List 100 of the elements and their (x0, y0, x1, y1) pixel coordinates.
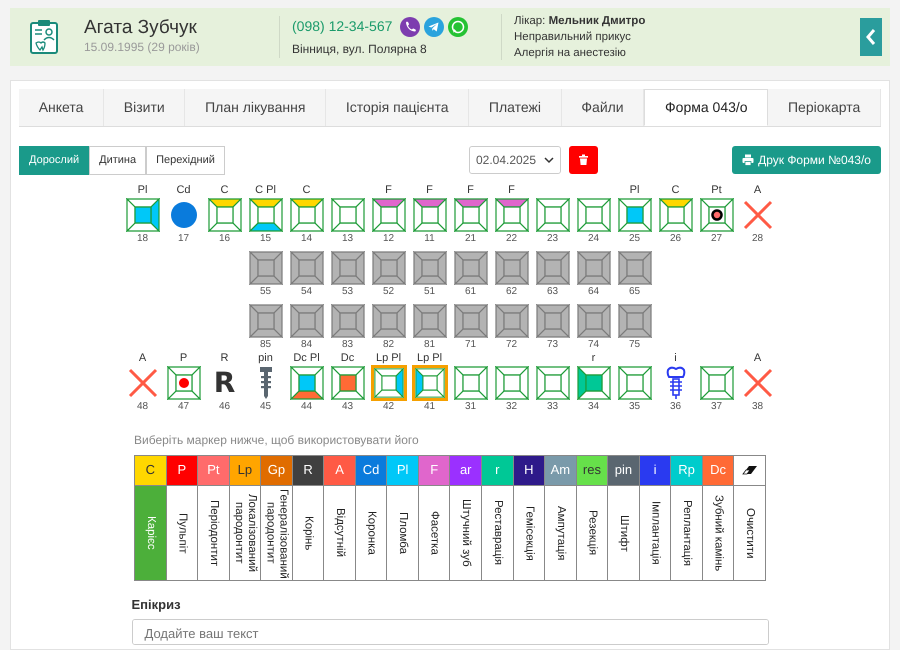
marker-name-cell[interactable]: Штучний зуб (450, 485, 482, 580)
tooth-number: 55 (260, 286, 272, 298)
marker-name-cell[interactable]: Локалізований пародонтит (229, 485, 261, 580)
tooth-marker-label: Cd (176, 182, 191, 196)
tooth-number: 44 (300, 400, 312, 412)
tooth-marker-label: Dc (340, 350, 354, 364)
marker-code[interactable]: H (513, 455, 545, 485)
marker-name-cell[interactable]: Періодонтит (198, 485, 230, 580)
primary-tooth-diagram[interactable] (372, 304, 406, 338)
marker-code[interactable]: i (639, 455, 671, 485)
mode-button[interactable]: Перехідний (146, 146, 225, 174)
primary-tooth-diagram[interactable] (330, 304, 364, 338)
tab[interactable]: Файли (562, 89, 644, 126)
cross-icon[interactable] (742, 366, 774, 398)
marker-code[interactable]: Cd (355, 455, 387, 485)
implant-icon[interactable] (664, 366, 686, 400)
whatsapp-icon[interactable] (448, 16, 468, 36)
tab[interactable]: Платежі (469, 89, 562, 126)
primary-tooth-diagram[interactable] (618, 250, 652, 284)
tooth-number: 17 (178, 232, 190, 244)
marker-code[interactable]: Lp (229, 455, 261, 485)
tooth-number: 15 (260, 232, 272, 244)
tooth-marker-label: C Pl (255, 182, 276, 196)
delete-button[interactable] (568, 146, 598, 174)
primary-tooth-diagram[interactable] (290, 250, 324, 284)
date-select[interactable]: 02.04.2025 (468, 146, 561, 174)
tooth-number: 13 (342, 232, 354, 244)
epicrisis-field[interactable]: Додайте ваш текст (132, 619, 768, 645)
tooth-number: 45 (260, 400, 272, 412)
primary-tooth-diagram[interactable] (290, 304, 324, 338)
marker-code[interactable]: ar (450, 455, 482, 485)
primary-tooth-diagram[interactable] (248, 250, 282, 284)
tooth-number: 82 (382, 338, 394, 350)
marker-hint: Виберіть маркер нижче, щоб використовувати його (134, 432, 420, 448)
marker-code[interactable]: P (166, 455, 198, 485)
cross-icon[interactable] (126, 366, 158, 398)
marker-name-cell[interactable]: Відсутній (324, 485, 356, 580)
marker-name-cell[interactable]: Корінь (292, 485, 324, 580)
tab[interactable]: Візити (104, 89, 186, 126)
marker-name-cell[interactable]: Імплантація (639, 485, 671, 580)
marker-name-cell[interactable]: Гемісекція (513, 485, 545, 580)
primary-tooth-diagram[interactable] (412, 250, 446, 284)
marker-code[interactable]: pin (608, 455, 640, 485)
tooth-marker-label: A (138, 350, 146, 364)
tooth-marker-label: F (508, 182, 515, 196)
telegram-icon[interactable] (424, 16, 444, 36)
marker-name-cell[interactable]: Фасетка (418, 485, 450, 580)
tooth-number: 63 (546, 286, 558, 298)
viber-icon[interactable] (400, 16, 420, 36)
collapse-button[interactable] (860, 18, 882, 56)
marker-name-cell[interactable]: Реплантація (670, 485, 702, 580)
marker-code[interactable]: res (576, 455, 608, 485)
tooth-number: 53 (342, 286, 354, 298)
tab[interactable]: Історія пацієнта (326, 89, 470, 126)
primary-tooth-diagram[interactable] (576, 250, 610, 284)
tab[interactable]: Періокарта (768, 89, 881, 126)
marker-name-cell[interactable]: Генералізований пародонтит (260, 485, 292, 580)
marker-name-cell[interactable]: Коронка (355, 485, 387, 580)
marker-name-cell[interactable]: Штифт (608, 485, 640, 580)
tooth-number: 51 (424, 286, 436, 298)
primary-tooth-diagram[interactable] (454, 250, 488, 284)
marker-name-cell[interactable]: Резекція (576, 485, 608, 580)
tooth-marker-label: C (220, 182, 228, 196)
cross-icon[interactable] (742, 198, 774, 230)
tooth-marker-label: C (672, 182, 680, 196)
tooth-number: 35 (628, 400, 640, 412)
tooth-number: 41 (424, 400, 436, 412)
tab[interactable]: Анкета (19, 89, 104, 126)
marker-code[interactable]: C (134, 455, 166, 485)
primary-tooth-diagram[interactable] (494, 304, 528, 338)
primary-tooth-diagram[interactable] (330, 250, 364, 284)
primary-tooth-diagram[interactable] (576, 304, 610, 338)
marker-name-cell[interactable]: Очистити (734, 485, 766, 580)
tooth-number: 48 (136, 400, 148, 412)
primary-tooth-diagram[interactable] (248, 304, 282, 338)
tab[interactable]: План лікування (185, 89, 326, 126)
mode-button[interactable]: Дитина (89, 146, 146, 174)
tooth-number: 54 (300, 286, 312, 298)
marker-name-cell[interactable]: Пломба (386, 485, 418, 580)
tab[interactable]: Форма 043/о (644, 89, 768, 126)
tooth-number: 14 (300, 232, 312, 244)
marker-name-cell[interactable]: Ампутація (544, 485, 576, 580)
tooth-marker-label: Dc Pl (293, 350, 320, 364)
tooth-marker-label: Pl (630, 182, 640, 196)
marker-name-cell[interactable]: Реставрація (482, 485, 514, 580)
marker-name-cell[interactable]: Зубний камінь (702, 485, 734, 580)
primary-tooth-diagram[interactable] (412, 304, 446, 338)
eraser-icon[interactable] (742, 465, 758, 475)
primary-tooth-diagram[interactable] (618, 304, 652, 338)
primary-tooth-diagram[interactable] (536, 304, 570, 338)
root-letter[interactable]: R (214, 366, 236, 398)
marker-name-cell[interactable]: Пульпіт (166, 485, 198, 580)
tooth-number: 46 (218, 400, 230, 412)
primary-tooth-diagram[interactable] (372, 250, 406, 284)
caret-icon (544, 156, 554, 164)
marker-code[interactable]: R (292, 455, 324, 485)
primary-tooth-diagram[interactable] (494, 250, 528, 284)
primary-tooth-diagram[interactable] (454, 304, 488, 338)
tooth-diagram[interactable] (700, 198, 734, 232)
primary-tooth-diagram[interactable] (536, 250, 570, 284)
